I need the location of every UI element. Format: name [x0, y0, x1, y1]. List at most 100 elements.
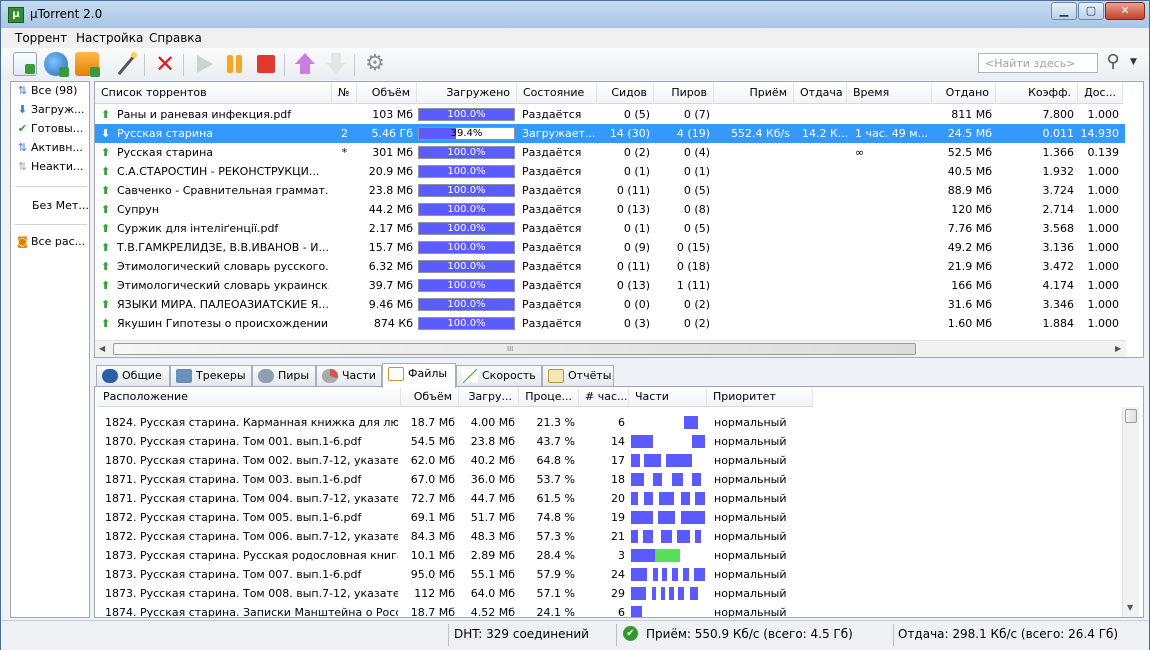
search-icon[interactable]: ⚲	[1101, 52, 1125, 74]
column-header-path[interactable]: Расположение	[97, 387, 401, 407]
column-header-name[interactable]: Список торрентов	[95, 82, 332, 104]
column-header-file-percent[interactable]: Проце...	[519, 387, 579, 407]
close-button[interactable]: ✕	[1105, 2, 1145, 20]
settings-icon[interactable]: ⚙	[363, 52, 387, 76]
piece-block	[660, 587, 666, 600]
sidebar-item-completed[interactable]: ✔ Готовы...	[16, 122, 89, 140]
create-torrent-icon[interactable]	[114, 52, 138, 76]
file-row[interactable]: 1871. Русская старина. Том 003. вып.1-6.…	[95, 470, 1123, 489]
torrent-up-speed	[802, 295, 847, 314]
torrent-row[interactable]: ⬆ Этимологический словарь украинск... 39.7…	[95, 276, 1125, 295]
torrent-availability: 1.000	[1087, 222, 1120, 235]
file-row[interactable]: 1874. Русская старина. Записки Манштейна…	[95, 603, 1123, 617]
column-header-up-speed[interactable]: Отдача	[794, 82, 847, 104]
torrent-down-speed	[714, 219, 790, 238]
torrent-list-horizontal-scrollbar[interactable]: ◀ III ▶	[95, 340, 1126, 357]
pause-icon[interactable]	[223, 52, 247, 76]
column-header-down-speed[interactable]: Приём	[714, 82, 794, 104]
torrent-down-speed	[714, 162, 790, 181]
file-priority: нормальный	[714, 587, 787, 600]
stop-icon[interactable]	[254, 52, 278, 76]
torrent-row[interactable]: ⬆ Якушин Гипотезы о происхождении... 874 К…	[95, 314, 1125, 333]
file-row[interactable]: 1871. Русская старина. Том 004. вып.7-12…	[95, 489, 1123, 508]
torrent-peers: 0 (18)	[676, 260, 710, 273]
scrollbar-thumb[interactable]	[1125, 409, 1137, 423]
details-tabs: Общие Трекеры Пиры Части Файлы Скорость …	[94, 363, 1144, 388]
sidebar-item-rss-all[interactable]: ◙ Все рас...	[16, 235, 89, 253]
search-dropdown-icon[interactable]: ▼	[1130, 57, 1137, 67]
sidebar-item-active[interactable]: ⇅ Активн...	[16, 141, 89, 159]
sidebar-item-inactive[interactable]: ⇅ Неакти...	[16, 160, 89, 178]
file-row[interactable]: 1870. Русская старина. Том 002. вып.7-12…	[95, 451, 1123, 470]
column-header-file-done[interactable]: Загру...	[459, 387, 519, 407]
file-row[interactable]: 1872. Русская старина. Том 005. вып.1-6.…	[95, 508, 1123, 527]
column-header-size[interactable]: Объём	[357, 82, 417, 104]
sidebar-item-no-label[interactable]: Без Мет...	[32, 199, 89, 217]
menu-settings[interactable]: Настройка	[76, 31, 143, 45]
minimize-button[interactable]: ▁	[1051, 2, 1077, 20]
sidebar-item-all[interactable]: ⇅ Все (98)	[16, 84, 89, 102]
torrent-row[interactable]: ⬆ Суржик для інтеліґенції.pdf 2.17 Мб 100.0…	[95, 219, 1125, 238]
torrent-uploaded: 21.9 Мб	[947, 260, 992, 273]
remove-icon[interactable]: ✕	[153, 52, 177, 76]
torrent-row[interactable]: ⬆ Супрун 44.2 Мб 100.0% Раздаётся 0 (13) 0 (8)…	[95, 200, 1125, 219]
torrent-row[interactable]: ⬆ Этимологический словарь русского... 6.32…	[95, 257, 1125, 276]
column-header-ratio[interactable]: Коэфф.	[996, 82, 1078, 104]
menu-torrent[interactable]: Торрент	[15, 31, 67, 45]
column-header-number[interactable]: №	[332, 82, 357, 104]
file-row[interactable]: 1873. Русская старина. Русская родословн…	[95, 546, 1123, 565]
file-row[interactable]: 1873. Русская старина. Том 007. вып.1-6.…	[95, 565, 1123, 584]
menu-help[interactable]: Справка	[149, 31, 202, 45]
file-row[interactable]: 1872. Русская старина. Том 006. вып.7-12…	[95, 527, 1123, 546]
torrent-row[interactable]: ⬆ ЯЗЫКИ МИРА. ПАЛЕОАЗИАТСКИЕ Я... 9.46 Мб 1…	[95, 295, 1125, 314]
file-row[interactable]: 1824. Русская старина. Карманная книжка …	[95, 413, 1123, 432]
file-row[interactable]: 1873. Русская старина. Том 008. вып.7-12…	[95, 584, 1123, 603]
torrent-row[interactable]: ⬆ Русская старина * 301 Мб 100.0% Раздаётся 0 …	[95, 143, 1125, 162]
move-up-icon[interactable]	[293, 52, 317, 76]
move-down-icon[interactable]	[324, 52, 348, 76]
file-downloaded: 23.8 Мб	[470, 435, 515, 448]
inactive-icon: ⇅	[17, 160, 28, 173]
column-header-file-size[interactable]: Объём	[401, 387, 459, 407]
torrent-row[interactable]: ⬆ С.А.СТАРОСТИН - РЕКОНСТРУКЦИ... 20.9 Мб 1…	[95, 162, 1125, 181]
tab-general[interactable]: Общие	[96, 365, 170, 387]
start-icon[interactable]	[192, 52, 216, 76]
scrollbar-thumb[interactable]: III	[113, 343, 916, 355]
network-ok-icon[interactable]: ✔	[623, 626, 638, 641]
maximize-button[interactable]: ▢	[1078, 2, 1104, 20]
torrent-row[interactable]: ⬆ Т.В.ГАМКРЕЛИДЗЕ, В.В.ИВАНОВ - И... 15.7 …	[95, 238, 1125, 257]
column-header-peers[interactable]: Пиров	[654, 82, 714, 104]
file-path: 1873. Русская старина. Русская родословн…	[105, 549, 398, 562]
add-torrent-icon[interactable]	[13, 52, 37, 76]
piece-block	[684, 416, 698, 429]
column-header-status[interactable]: Состояние	[517, 82, 597, 104]
file-piece-count: 3	[618, 549, 625, 562]
files-list-vertical-scrollbar[interactable]: ▼	[1122, 407, 1139, 617]
search-input[interactable]: <Найти здесь>	[978, 53, 1098, 73]
add-rss-icon[interactable]	[75, 52, 100, 77]
column-header-availability[interactable]: Дос...	[1078, 82, 1123, 104]
tab-speed[interactable]: Скорость	[456, 365, 542, 387]
tab-peers[interactable]: Пиры	[252, 365, 316, 387]
torrent-queue-number	[332, 257, 357, 276]
tab-trackers[interactable]: Трекеры	[170, 365, 252, 387]
add-url-icon[interactable]	[44, 52, 69, 77]
column-header-priority[interactable]: Приоритет	[707, 387, 813, 407]
torrent-row[interactable]: ⬆ Раны и раневая инфекция.pdf 103 Мб 100.0%…	[95, 105, 1125, 124]
piece-block	[665, 454, 692, 467]
tab-logger[interactable]: Отчёты	[542, 365, 614, 387]
title-bar[interactable]: µ µTorrent 2.0 ▁ ▢ ✕	[1, 1, 1149, 28]
column-header-done[interactable]: Загружено	[417, 82, 517, 104]
file-row[interactable]: 1870. Русская старина. Том 001. вып.1-6.…	[95, 432, 1123, 451]
tab-files[interactable]: Файлы	[382, 363, 456, 388]
tab-pieces[interactable]: Части	[316, 365, 382, 387]
column-header-seeds[interactable]: Сидов	[597, 82, 654, 104]
column-header-uploaded[interactable]: Отдано	[932, 82, 996, 104]
sidebar-item-downloading[interactable]: ⬇ Загруж...	[16, 103, 89, 121]
column-header-pieces[interactable]: Части	[629, 387, 707, 407]
torrent-row[interactable]: ⬆ Савченко - Сравнительная граммат... 23.8…	[95, 181, 1125, 200]
file-downloaded: 64.0 Мб	[470, 587, 515, 600]
column-header-eta[interactable]: Время	[847, 82, 932, 104]
torrent-row[interactable]: ⬇ Русская старина 2 5.46 Гб 39.4% Загружает..…	[95, 124, 1125, 143]
column-header-piece-count[interactable]: # час...	[579, 387, 629, 407]
